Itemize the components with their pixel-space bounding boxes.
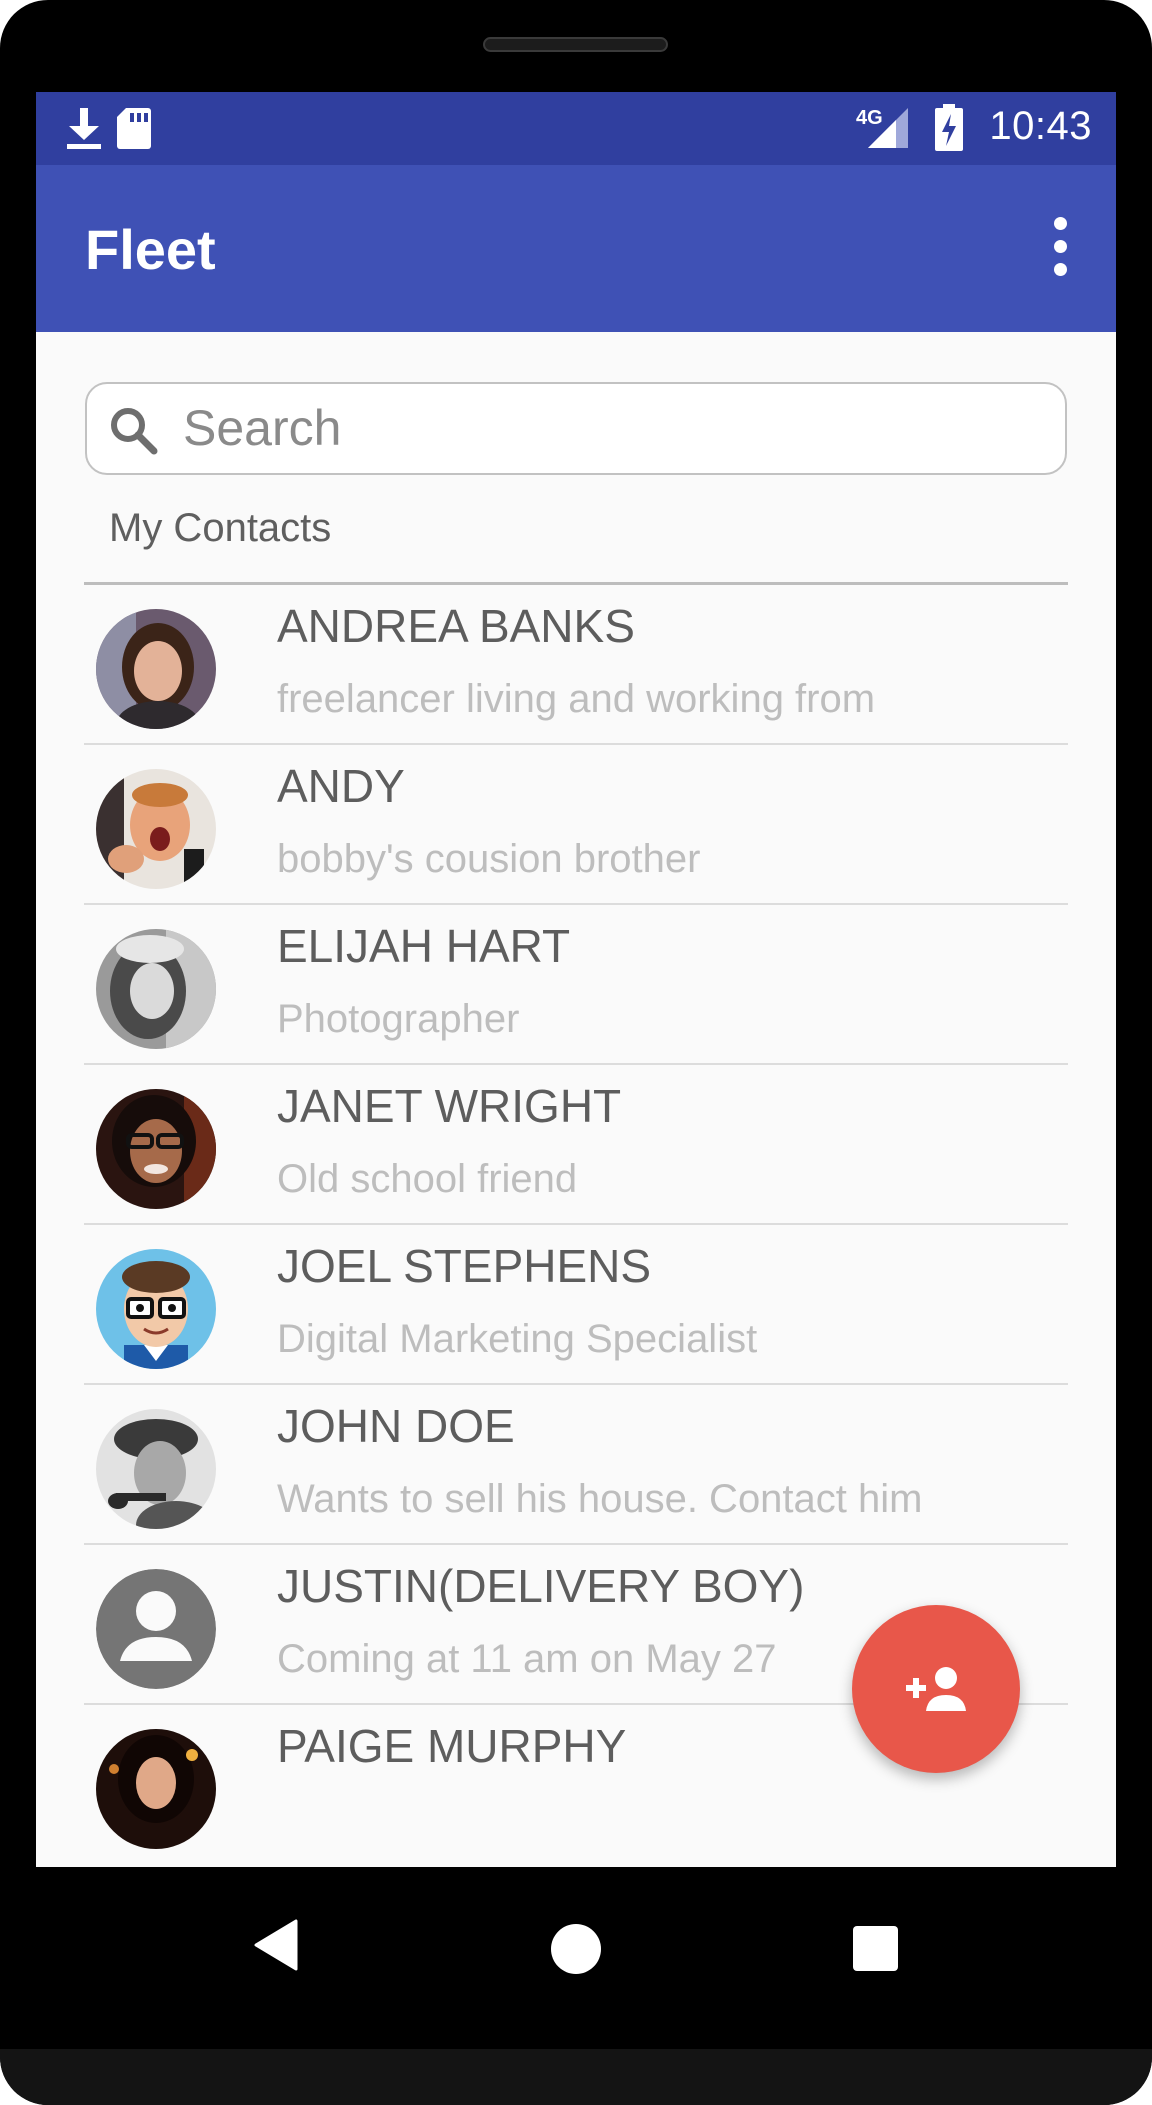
back-icon[interactable] bbox=[252, 1919, 298, 1976]
contact-name: JANET WRIGHT bbox=[277, 1080, 622, 1132]
contact-name: JOHN DOE bbox=[277, 1400, 515, 1452]
search-input[interactable] bbox=[183, 400, 1043, 456]
recents-icon[interactable] bbox=[853, 1926, 898, 1971]
contact-description: Wants to sell his house. Contact him bbox=[277, 1477, 923, 1521]
contact-description: Coming at 11 am on May 27 bbox=[277, 1637, 777, 1681]
avatar bbox=[96, 609, 216, 729]
avatar bbox=[96, 929, 216, 1049]
contact-row[interactable]: ANDY bobby's cousion brother bbox=[36, 745, 1116, 905]
device-frame: 4G 10:43 Fleet Search My Contacts ANDREA… bbox=[0, 0, 1152, 2105]
contact-name: JUSTIN(DELIVERY BOY) bbox=[277, 1560, 805, 1612]
contact-description: Photographer bbox=[277, 997, 520, 1041]
navigation-bar bbox=[0, 1867, 1152, 2049]
avatar bbox=[96, 1729, 216, 1849]
phone-screen: 4G 10:43 Fleet Search My Contacts ANDREA… bbox=[36, 92, 1116, 1867]
contact-row[interactable]: ANDREA BANKS freelancer living and worki… bbox=[36, 585, 1116, 745]
avatar bbox=[96, 769, 216, 889]
search-bar[interactable] bbox=[85, 382, 1067, 475]
more-vert-icon[interactable] bbox=[1040, 217, 1080, 281]
home-icon[interactable] bbox=[551, 1924, 601, 1974]
default-avatar-icon bbox=[96, 1569, 216, 1689]
contact-name: ANDREA BANKS bbox=[277, 600, 635, 652]
sd-card-icon bbox=[116, 106, 152, 155]
bottom-bezel bbox=[0, 2049, 1152, 2105]
battery-charging-icon bbox=[934, 104, 964, 157]
add-person-icon bbox=[906, 1667, 966, 1711]
signal-4g-icon: 4G bbox=[856, 102, 912, 157]
contact-description: freelancer living and working from bbox=[277, 677, 876, 721]
app-bar: Fleet bbox=[36, 165, 1116, 332]
clock: 10:43 bbox=[989, 104, 1092, 148]
search-icon bbox=[109, 406, 159, 461]
contact-name: ELIJAH HART bbox=[277, 920, 571, 972]
contact-row[interactable]: ELIJAH HART Photographer bbox=[36, 905, 1116, 1065]
contact-description: Digital Marketing Specialist bbox=[277, 1317, 758, 1361]
add-contact-fab[interactable] bbox=[852, 1605, 1020, 1773]
contact-name: PAIGE MURPHY bbox=[277, 1720, 627, 1772]
contact-row[interactable]: JANET WRIGHT Old school friend bbox=[36, 1065, 1116, 1225]
avatar bbox=[96, 1249, 216, 1369]
earpiece-speaker bbox=[483, 37, 668, 52]
avatar bbox=[96, 1409, 216, 1529]
contact-row[interactable]: JOHN DOE Wants to sell his house. Contac… bbox=[36, 1385, 1116, 1545]
contact-description: bobby's cousion brother bbox=[277, 837, 701, 881]
status-bar: 4G 10:43 bbox=[36, 92, 1116, 165]
contact-name: ANDY bbox=[277, 760, 405, 812]
contact-row[interactable]: JOEL STEPHENS Digital Marketing Speciali… bbox=[36, 1225, 1116, 1385]
avatar bbox=[96, 1089, 216, 1209]
contact-name: JOEL STEPHENS bbox=[277, 1240, 652, 1292]
contact-description: Old school friend bbox=[277, 1157, 578, 1201]
section-title: My Contacts bbox=[109, 506, 332, 550]
svg-text:4G: 4G bbox=[856, 107, 883, 129]
app-title: Fleet bbox=[85, 218, 216, 281]
download-icon bbox=[63, 106, 105, 155]
